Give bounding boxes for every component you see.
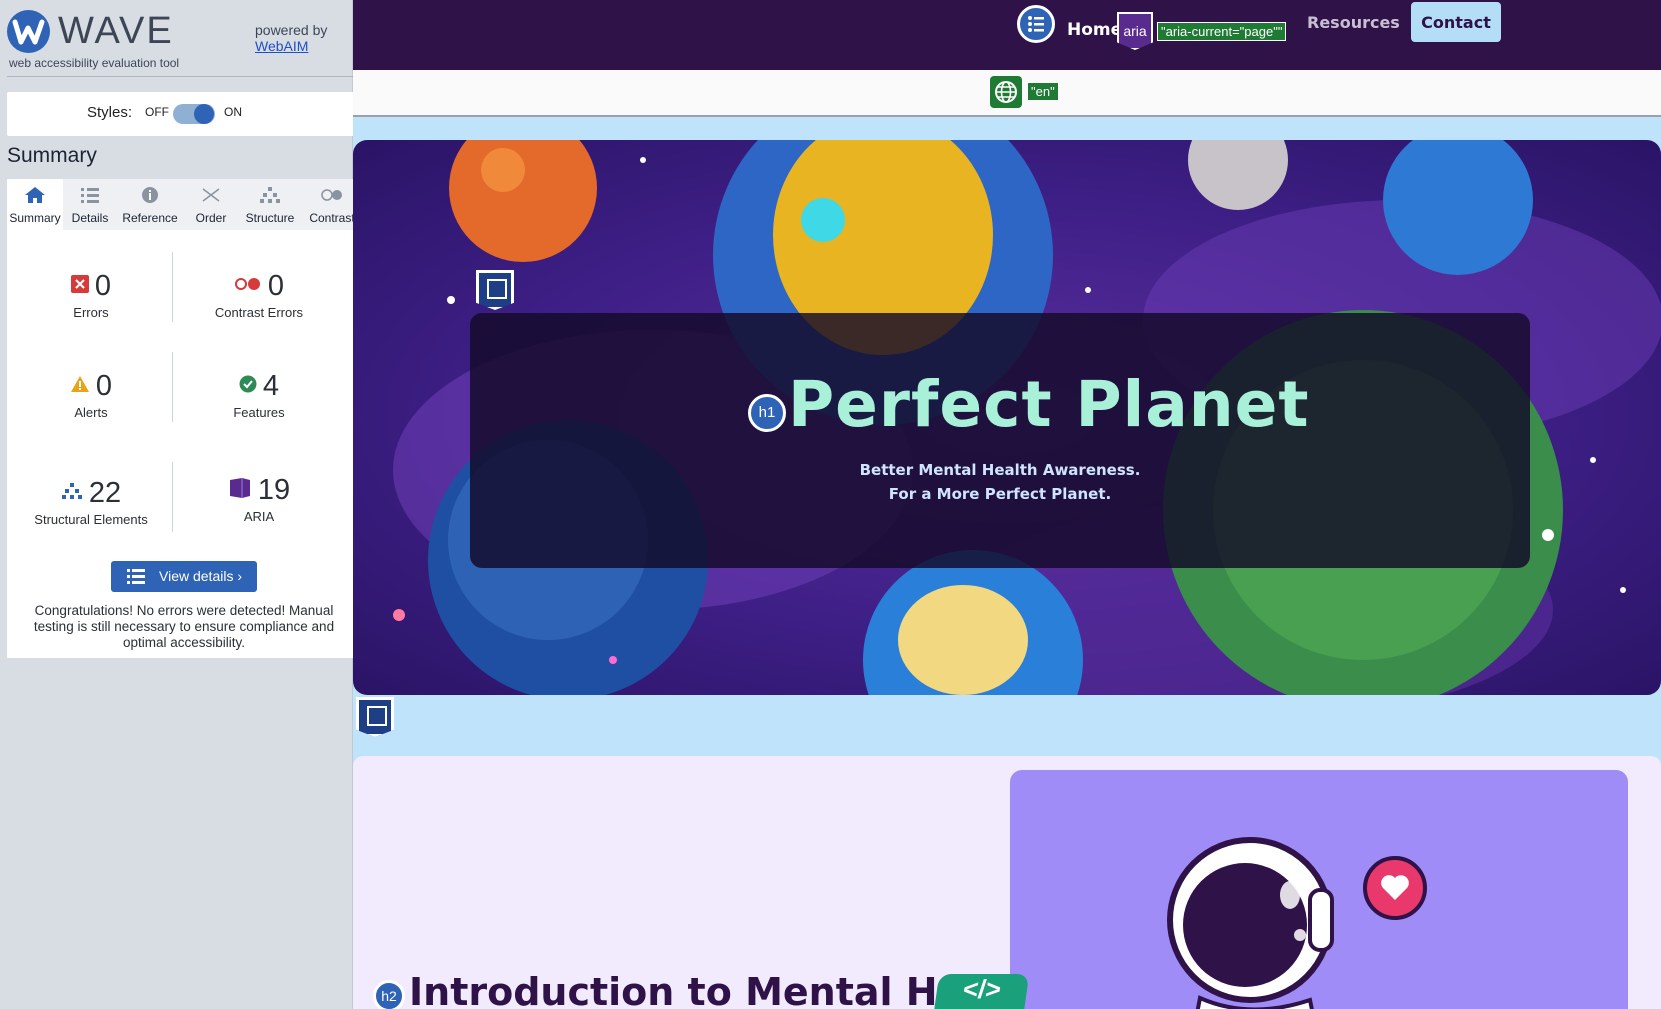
list-icon[interactable] (1017, 5, 1055, 43)
section-landmark-icon[interactable] (356, 697, 394, 737)
home-icon (25, 187, 45, 203)
powered-by-text: powered by (255, 22, 328, 38)
hero-title: Perfect Planet (788, 368, 1310, 441)
astronaut-panel (1010, 770, 1628, 1009)
summary-panel: 0 Errors 0 Contrast Errors 0 Alerts 4 Fe… (7, 230, 361, 658)
alert-icon (70, 375, 90, 398)
hero-subtitle: Better Mental Health Awareness. For a Mo… (470, 458, 1530, 506)
contrast-errors-count: 0 (267, 270, 285, 302)
wave-brand: WAVE (58, 10, 174, 52)
alerts-label: Alerts (74, 405, 108, 420)
styles-on-label: ON (224, 105, 242, 119)
error-icon (70, 275, 89, 298)
tab-label: Details (71, 211, 109, 225)
language-badge[interactable]: "en" (1027, 82, 1059, 101)
structural-count: 22 (88, 477, 122, 509)
features-label: Features (233, 405, 285, 420)
order-icon (202, 188, 220, 202)
stat-features[interactable]: 4 Features (179, 370, 339, 420)
aria-icon (228, 477, 252, 504)
styles-label: Styles: (87, 104, 133, 121)
wave-header: WAVE web accessibility evaluation tool p… (0, 0, 361, 78)
features-count: 4 (262, 370, 280, 402)
aria-current-badge[interactable]: "aria-current="page"" (1157, 22, 1287, 41)
section-landmark-icon[interactable] (476, 270, 514, 310)
hero-card: h1 Perfect Planet Better Mental Health A… (470, 313, 1530, 568)
tab-label: Reference (122, 211, 178, 225)
styles-toggle-box: Styles: OFF ON (7, 92, 361, 136)
stat-contrast-errors[interactable]: 0 Contrast Errors (179, 270, 339, 320)
info-icon (142, 187, 158, 203)
errors-count: 0 (94, 270, 112, 302)
tab-label: Structure (245, 211, 295, 225)
wave-sidebar: WAVE web accessibility evaluation tool p… (0, 0, 361, 1009)
structure-icon (61, 482, 83, 505)
globe-icon[interactable] (990, 76, 1022, 108)
structure-icon (260, 187, 280, 203)
h2-badge-icon[interactable]: h2 (373, 980, 405, 1009)
wave-tagline: web accessibility evaluation tool (9, 56, 180, 70)
list-icon (127, 569, 145, 584)
hero-banner: h1 Perfect Planet Better Mental Health A… (353, 140, 1661, 695)
wave-tabs: Summary Details Reference Order Structur… (7, 179, 361, 230)
styles-toggle[interactable] (173, 104, 215, 124)
intro-heading: Introduction to Mental Healt (409, 970, 1021, 1009)
intro-section: h2 Introduction to Mental Healt </> (353, 756, 1661, 1009)
contrast-errors-label: Contrast Errors (214, 305, 304, 320)
stat-divider (172, 462, 173, 532)
contrast-error-icon (234, 277, 262, 296)
evaluated-page: Home aria "aria-current="page"" Resource… (353, 0, 1661, 1009)
structural-label: Structural Elements (34, 512, 148, 527)
nav-contact-button[interactable]: Contact (1411, 2, 1501, 42)
site-nav: Home aria "aria-current="page"" Resource… (353, 0, 1661, 70)
language-strip: "en" (353, 70, 1661, 117)
wave-logo-icon (7, 10, 50, 53)
hero-subtitle-line2: For a More Perfect Planet. (888, 485, 1112, 503)
nav-resources-link[interactable]: Resources (1307, 13, 1400, 32)
h1-badge-icon[interactable]: h1 (748, 394, 786, 432)
alerts-count: 0 (95, 370, 113, 402)
aria-label: ARIA (243, 509, 275, 524)
view-details-label: View details › (159, 568, 243, 584)
errors-label: Errors (73, 305, 109, 320)
congrats-message: Congratulations! No errors were detected… (33, 603, 335, 650)
tab-label: Summary (9, 211, 61, 225)
view-details-button[interactable]: View details › (111, 561, 257, 592)
tab-order[interactable]: Order (185, 179, 237, 230)
webaim-link[interactable]: WebAIM (255, 38, 308, 54)
code-icon[interactable]: </> (930, 974, 1030, 1009)
stat-errors[interactable]: 0 Errors (11, 270, 171, 320)
tab-label: Order (195, 211, 227, 225)
tab-details[interactable]: Details (65, 179, 115, 230)
aria-count: 19 (257, 474, 291, 506)
stat-alerts[interactable]: 0 Alerts (11, 370, 171, 420)
styles-off-label: OFF (145, 105, 169, 119)
stat-divider (172, 352, 173, 422)
summary-heading: Summary (7, 144, 97, 167)
nav-home-link[interactable]: Home (1067, 20, 1122, 40)
stat-structural[interactable]: 22 Structural Elements (11, 477, 171, 527)
tab-reference[interactable]: Reference (117, 179, 183, 230)
astronaut-illustration (1167, 837, 1427, 1009)
hero-subtitle-line1: Better Mental Health Awareness. (859, 461, 1141, 479)
stat-divider (172, 252, 173, 322)
list-icon (81, 188, 99, 203)
tab-structure[interactable]: Structure (239, 179, 301, 230)
header-divider (7, 76, 361, 77)
aria-badge-icon[interactable]: aria (1117, 12, 1153, 50)
contrast-icon (321, 189, 342, 201)
tab-summary[interactable]: Summary (7, 179, 63, 230)
stat-aria[interactable]: 19 ARIA (179, 474, 339, 524)
toggle-knob (194, 104, 214, 124)
feature-icon (239, 375, 257, 398)
